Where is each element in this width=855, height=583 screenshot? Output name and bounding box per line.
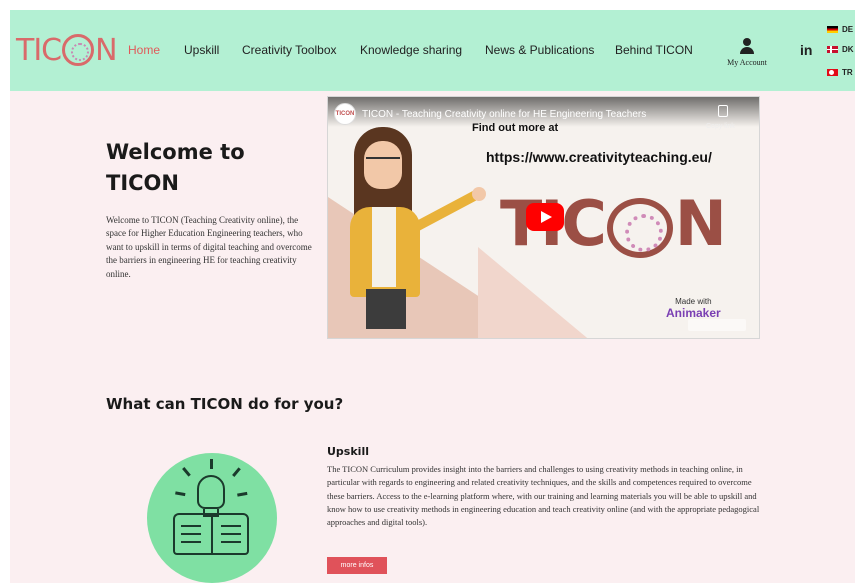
nav-news-publications[interactable]: News & Publications [485, 43, 594, 57]
teacher-illustration [348, 127, 486, 337]
section-title: What can TICON do for you? [106, 395, 344, 413]
denmark-flag-icon [827, 46, 838, 53]
turkey-flag-icon [827, 69, 838, 76]
nav-upskill[interactable]: Upskill [184, 43, 219, 57]
nav-creativity-toolbox[interactable]: Creativity Toolbox [242, 43, 337, 57]
video-title[interactable]: TICON - Teaching Creativity online for H… [362, 109, 646, 120]
copy-link-label[interactable]: Copy link [706, 123, 735, 130]
video-logo-right: N [674, 187, 727, 260]
upskill-heading: Upskill [327, 445, 369, 458]
language-de[interactable]: DE [827, 25, 853, 34]
brain-icon [606, 197, 673, 258]
copy-link-icon[interactable] [718, 105, 728, 117]
book-text-line [221, 533, 241, 535]
language-code: TR [842, 68, 853, 77]
book-text-line [181, 525, 201, 527]
video-url-text: https://www.creativityteaching.eu/ [486, 149, 712, 165]
upskill-icon [147, 453, 277, 583]
brain-icon [62, 34, 95, 66]
teacher-skirt [366, 289, 406, 329]
site-header: TIC N Home Upskill Creativity Toolbox Kn… [10, 10, 855, 91]
germany-flag-icon [827, 26, 838, 33]
lightbulb-icon [197, 475, 225, 509]
language-code: DK [842, 45, 854, 54]
ticon-logo[interactable]: TIC N [16, 30, 118, 70]
teacher-shirt [372, 207, 396, 287]
language-code: DE [842, 25, 854, 34]
channel-avatar[interactable]: TICON [334, 103, 356, 125]
book-text-line [181, 533, 201, 535]
play-button[interactable] [526, 203, 564, 231]
youtube-video-embed[interactable]: TICON TICON - Teaching Creativity online… [327, 96, 760, 339]
welcome-title: Welcome to TICON [106, 140, 245, 195]
my-account-link[interactable]: My Account [722, 38, 772, 67]
main-content: Welcome to TICON Welcome to TICON (Teach… [10, 91, 855, 583]
user-icon [740, 38, 754, 54]
language-dk[interactable]: DK [827, 45, 854, 54]
book-text-line [181, 541, 201, 543]
nav-home[interactable]: Home [128, 43, 160, 57]
video-background-shape [478, 247, 598, 338]
lightbulb-ray [175, 491, 186, 497]
welcome-text: Welcome to TICON (Teaching Creativity on… [106, 215, 312, 279]
youtube-logo-watermark[interactable] [688, 319, 746, 331]
find-out-more-text: Find out more at [472, 122, 559, 134]
teacher-glasses [366, 157, 400, 165]
upskill-description: The TICON Curriculum provides insight in… [327, 464, 760, 528]
logo-text-left: TIC [16, 32, 62, 68]
linkedin-icon[interactable]: in [800, 42, 812, 58]
animaker-brand: Animaker [666, 306, 721, 320]
more-infos-button[interactable]: more infos [327, 557, 387, 574]
language-tr[interactable]: TR [827, 68, 853, 77]
lightbulb-ray [210, 459, 213, 469]
made-with-label: Made with [675, 297, 712, 306]
lightbulb-ray [182, 467, 191, 477]
lightbulb-ray [232, 467, 241, 477]
book-text-line [221, 525, 241, 527]
lightbulb-ray [237, 491, 248, 497]
animaker-watermark: Made with Animaker [666, 297, 721, 320]
logo-text-right: N [95, 32, 117, 68]
book-text-line [221, 541, 241, 543]
my-account-label: My Account [727, 58, 767, 67]
teacher-face [364, 141, 402, 189]
teacher-hand [472, 187, 486, 201]
nav-knowledge-sharing[interactable]: Knowledge sharing [360, 43, 462, 57]
nav-behind-ticon[interactable]: Behind TICON [615, 43, 693, 57]
